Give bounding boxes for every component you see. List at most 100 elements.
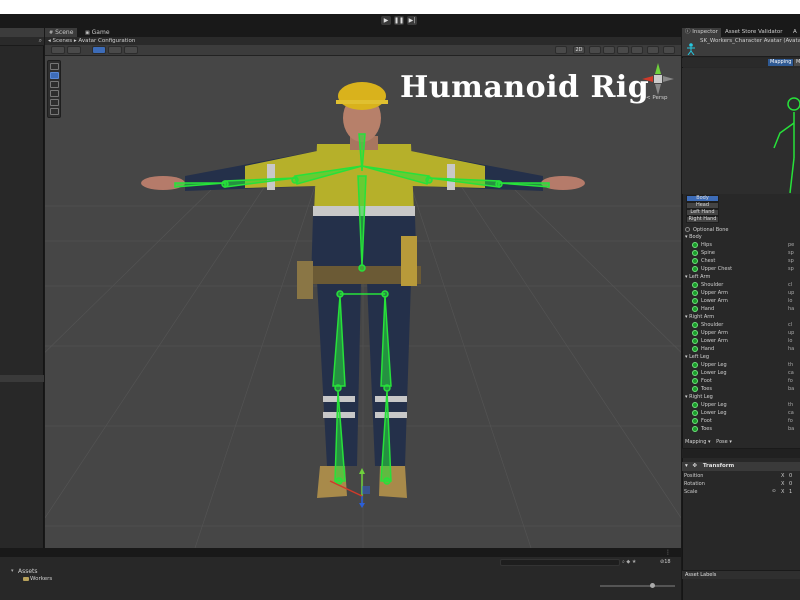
step-button[interactable]: ▶| — [407, 16, 417, 25]
bone-status-icon — [692, 346, 698, 352]
pose-menu[interactable]: Pose ▾ — [716, 439, 732, 445]
bone-row-left-foot[interactable]: Foot fo — [682, 377, 800, 385]
transform-tool-icon[interactable] — [50, 108, 59, 115]
bone-row-right-hand[interactable]: Hand ha — [682, 345, 800, 353]
hidden-objects-toggle[interactable] — [631, 46, 643, 54]
draw-mode-dropdown[interactable] — [51, 46, 65, 54]
tab-inspector[interactable]: ⓘ Inspector — [682, 28, 721, 37]
assets-root[interactable]: Assets — [18, 568, 38, 575]
bone-row-right-shoulder[interactable]: Shoulder cl — [682, 321, 800, 329]
expand-arrow-icon[interactable]: ▾ — [11, 568, 14, 574]
tab-scene[interactable]: # Scene — [45, 28, 78, 37]
position-x-field[interactable]: 0 — [789, 473, 792, 479]
gizmos-dropdown[interactable] — [663, 46, 675, 54]
object-name: SK_Workers_Character Avatar (Avata — [700, 38, 800, 44]
left-hand-part-button[interactable]: Left Hand — [686, 209, 719, 216]
hierarchy-search-input[interactable]: ⌕ — [0, 37, 44, 46]
tab-muscles[interactable]: M — [794, 59, 800, 66]
grid-toggle[interactable] — [92, 46, 106, 54]
head-part-button[interactable]: Head — [686, 202, 719, 209]
project-filter-icons[interactable]: ⌕ ◆ ★ — [622, 559, 636, 565]
2d-toggle[interactable]: 2D — [573, 46, 585, 54]
hand-tool-icon[interactable] — [50, 63, 59, 70]
bone-row-left-upper-leg[interactable]: Upper Leg th — [682, 361, 800, 369]
group-left-arm[interactable]: ▾ Left Arm — [682, 273, 800, 281]
hierarchy-selected-row[interactable] — [0, 375, 44, 382]
info-icon: ⓘ — [685, 29, 691, 35]
body-part-button[interactable]: Body — [686, 195, 719, 202]
asset-labels-section[interactable]: Asset Labels — [682, 570, 800, 579]
lighting-toggle[interactable] — [589, 46, 601, 54]
snap-dropdown[interactable] — [108, 46, 122, 54]
bone-row-upper-chest[interactable]: Upper Chest sp — [682, 265, 800, 273]
bone-status-icon — [692, 282, 698, 288]
tab-asset-store-validator[interactable]: Asset Store Validator — [722, 28, 785, 37]
increment-dropdown[interactable] — [124, 46, 138, 54]
group-right-arm[interactable]: ▾ Right Arm — [682, 313, 800, 321]
audio-toggle[interactable] — [603, 46, 615, 54]
avatar-silhouette — [773, 97, 800, 194]
bone-row-left-lower-leg[interactable]: Lower Leg ca — [682, 369, 800, 377]
bone-row-right-lower-leg[interactable]: Lower Leg ca — [682, 409, 800, 417]
breadcrumb-root[interactable]: Scenes — [53, 38, 73, 44]
bone-row-right-toes[interactable]: Toes ba — [682, 425, 800, 433]
hidden-count: ⊘18 — [660, 559, 671, 565]
rect-tool-icon[interactable] — [50, 99, 59, 106]
bone-row-left-upper-arm[interactable]: Upper Arm up — [682, 289, 800, 297]
scene-tab-bar: # Scene ▣ Game — [45, 28, 681, 37]
bone-row-right-upper-leg[interactable]: Upper Leg th — [682, 401, 800, 409]
transform-title: Transform — [702, 463, 735, 469]
breadcrumb-current[interactable]: Avatar Configuration — [78, 38, 135, 44]
project-search-input[interactable] — [500, 559, 620, 566]
bone-row-hips[interactable]: Hips pe — [682, 241, 800, 249]
position-label: Position — [684, 473, 704, 479]
bone-row-right-foot[interactable]: Foot fo — [682, 417, 800, 425]
persp-toggle[interactable] — [555, 46, 567, 54]
bone-row-spine[interactable]: Spine sp — [682, 249, 800, 257]
mapping-menu[interactable]: Mapping ▾ — [685, 439, 711, 445]
scene-viewport[interactable] — [45, 56, 681, 548]
back-arrow-icon[interactable]: ◂ — [48, 38, 51, 44]
camera-dropdown[interactable] — [647, 46, 659, 54]
transform-icon: ✥ — [692, 463, 698, 469]
bone-row-left-shoulder[interactable]: Shoulder cl — [682, 281, 800, 289]
icon-size-slider[interactable] — [600, 585, 675, 587]
humanoid-bones — [174, 133, 550, 485]
tab-other[interactable]: A — [790, 28, 800, 37]
bone-row-left-lower-arm[interactable]: Lower Arm lo — [682, 297, 800, 305]
project-panel-header: ⋮ — [0, 548, 681, 557]
icon-size-slider-handle[interactable] — [650, 583, 655, 588]
tab-game[interactable]: ▣ Game — [81, 28, 114, 37]
tab-mapping[interactable]: Mapping — [768, 59, 794, 66]
group-right-leg[interactable]: ▾ Right Leg — [682, 393, 800, 401]
effects-dropdown[interactable] — [617, 46, 629, 54]
gizmo-dropdown[interactable] — [67, 46, 81, 54]
bone-row-chest[interactable]: Chest sp — [682, 257, 800, 265]
move-tool-icon[interactable] — [50, 72, 59, 79]
mapping-pose-menus: Mapping ▾ Pose ▾ — [685, 439, 732, 445]
folder-icon — [23, 577, 29, 581]
bone-status-icon — [692, 242, 698, 248]
bone-row-left-toes[interactable]: Toes ba — [682, 385, 800, 393]
avatar-body-view[interactable] — [682, 68, 800, 194]
inspector-divider — [682, 448, 800, 458]
foldout-arrow-icon: ▾ — [685, 463, 688, 469]
bone-row-left-hand[interactable]: Hand ha — [682, 305, 800, 313]
rotate-tool-icon[interactable] — [50, 81, 59, 88]
scale-tool-icon[interactable] — [50, 90, 59, 97]
right-hand-part-button[interactable]: Right Hand — [686, 216, 719, 223]
transform-header[interactable]: ▾ ✥ Transform — [682, 462, 800, 471]
scale-link-icon[interactable]: ⊙ — [772, 489, 776, 494]
lock-icon[interactable]: ⋮ — [665, 549, 671, 556]
rotation-x-field[interactable]: 0 — [789, 481, 792, 487]
bone-row-right-lower-arm[interactable]: Lower Arm lo — [682, 337, 800, 345]
scale-x-label: X — [781, 489, 785, 495]
bone-row-right-upper-arm[interactable]: Upper Arm up — [682, 329, 800, 337]
scale-x-field[interactable]: 1 — [789, 489, 792, 495]
bone-status-icon — [692, 418, 698, 424]
group-body[interactable]: ▾ Body — [682, 233, 800, 241]
pause-button[interactable]: ❚❚ — [394, 16, 404, 25]
workers-folder[interactable]: Workers — [30, 576, 52, 582]
group-left-leg[interactable]: ▾ Left Leg — [682, 353, 800, 361]
play-button[interactable]: ▶ — [381, 16, 391, 25]
